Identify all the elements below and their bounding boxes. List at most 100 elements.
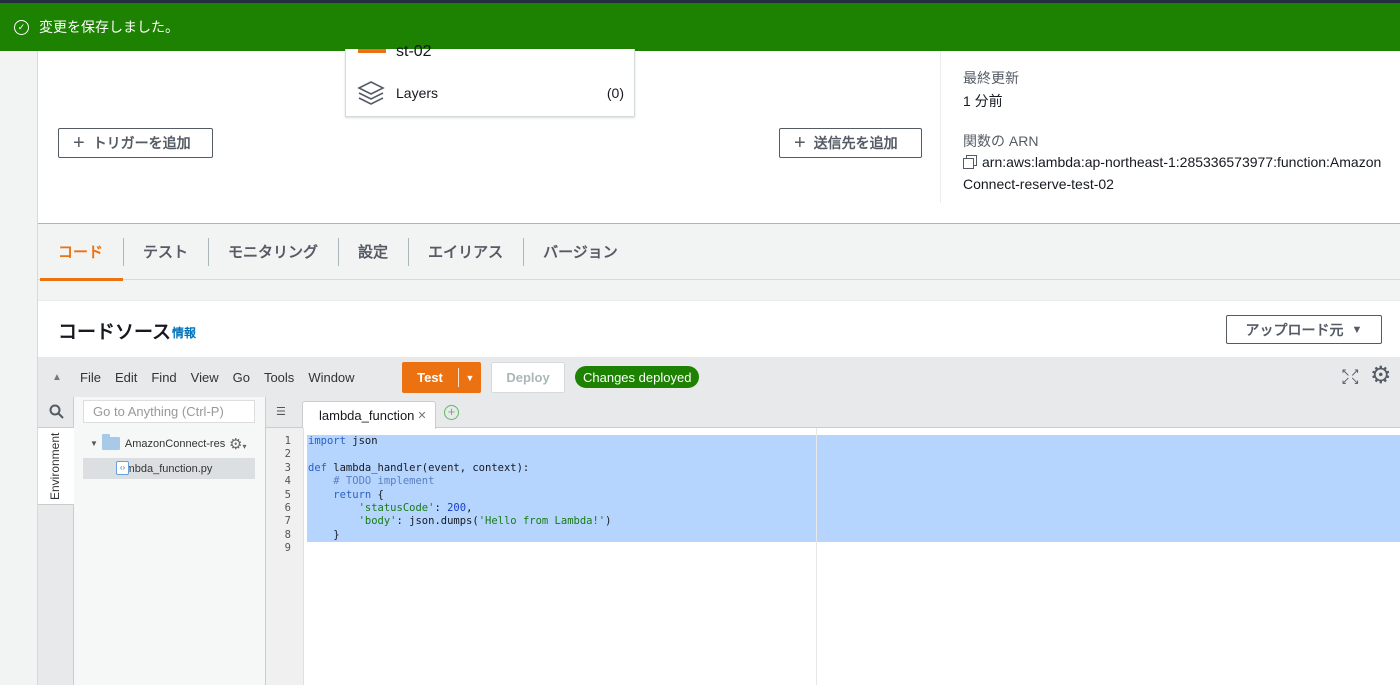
test-button[interactable]: Test ▼ [402,362,481,393]
code-keyword: import [308,435,346,447]
folder-icon [101,434,120,450]
file-name: lambda_function.py [117,462,213,475]
fullscreen-icon[interactable]: ↖↗ ↙↘ [1341,368,1359,387]
line-number: 3 [284,461,291,474]
tab-code[interactable]: コード [38,224,124,281]
go-to-anything-input[interactable]: Go to Anything (Ctrl-P) [83,400,255,423]
code-keyword: return [333,488,372,501]
deploy-button[interactable]: Deploy [491,362,565,393]
expand-arrow-icon[interactable]: ▼ [90,439,98,448]
function-card[interactable]: st-02 Layers (0) [345,43,635,117]
function-metadata: 最終更新 1 分前 関数の ARN arn:aws:lambda:ap-nort… [940,51,1400,203]
plus-icon: + [794,132,806,154]
layers-label: Layers [396,85,439,101]
menu-tools[interactable]: Tools [264,370,294,385]
status-badge: Changes deployed [575,366,700,388]
code-number: 200 [447,502,467,514]
layers-row[interactable]: Layers (0) [356,79,624,107]
folder-name: AmazonConnect-res [124,437,226,450]
function-tabs: コード テスト モニタリング 設定 エイリアス バージョン [38,224,1400,281]
menu-view[interactable]: View [191,370,219,385]
code-string: 'Hello from Lambda!' [478,515,606,528]
collapse-toggle-icon[interactable]: ▲ [52,372,64,383]
gear-icon[interactable]: ⚙ [1370,364,1396,390]
menu-file[interactable]: File [80,370,101,385]
code-line: def lambda_handler(event, context): [308,461,530,474]
flash-message: 変更を保存しました。 [39,19,179,35]
tab-versions[interactable]: バージョン [523,224,638,280]
menu-edit[interactable]: Edit [115,370,137,385]
check-circle-icon: ✓ [14,19,29,35]
add-destination-label: 送信先を追加 [813,135,898,151]
line-number: 2 [284,448,291,461]
editor-tab-label: lambda_function [319,408,415,423]
test-label: Test [417,370,443,385]
add-tab-icon[interactable]: + [444,405,459,420]
success-flash-bar: ✓ 変更を保存しました。 [0,3,1400,51]
close-icon[interactable]: ✕ [417,409,426,422]
code-source-panel: コードソース 情報 アップロード元 ▼ ▲ File Edit Find Vie… [38,300,1400,685]
line-number: 4 [284,475,291,488]
environment-label: Environment [48,432,62,500]
python-file-icon: ‹› [116,461,129,475]
environment-tab[interactable]: Environment [38,427,74,505]
code-string: 'body' [358,515,397,528]
arn-line-2: Connect-reserve-test-02 [963,176,1114,192]
ide-menu-bar: ▲ File Edit Find View Go Tools Window Te… [38,357,1400,397]
info-link[interactable]: 情報 [172,324,196,341]
test-dropdown-icon[interactable]: ▼ [459,373,481,383]
line-number: 6 [284,502,291,514]
print-margin [816,428,817,685]
tab-configuration[interactable]: 設定 [338,224,408,280]
arn-line-1: arn:aws:lambda:ap-northeast-1:2853365739… [982,154,1382,170]
line-number: 7 [284,515,291,528]
split-divider [458,368,459,387]
menu-window[interactable]: Window [308,370,354,385]
layers-icon [356,79,386,107]
code-text-area[interactable]: import json def lambda_handler(event, co… [304,428,1400,685]
menu-go[interactable]: Go [233,370,250,385]
function-arn: arn:aws:lambda:ap-northeast-1:2853365739… [963,151,1393,195]
plus-icon: + [73,132,85,154]
document-list-icon[interactable]: ☰ [276,405,288,418]
code-line: 'body': json.dumps('Hello from Lambda!') [358,515,612,528]
ide-side-panel: Environment [38,397,74,685]
code-line: 'statusCode': 200, [358,502,473,514]
copy-icon[interactable] [963,155,977,169]
code-line: } [308,528,340,541]
line-number: 9 [284,542,291,555]
editor-tab-bar: ☰ lambda_function ✕ + [266,397,1400,429]
function-name: st-02 [396,43,432,60]
tree-settings-icon[interactable]: ⚙▾ [229,435,246,453]
file-tree: Go to Anything (Ctrl-P) ▼ AmazonConnect-… [74,397,266,685]
line-number: 8 [284,528,291,541]
editor-file-tab[interactable]: lambda_function ✕ [302,401,436,429]
upload-from-label: アップロード元 [1245,321,1344,338]
caret-down-icon: ▼ [1351,323,1363,336]
tab-aliases[interactable]: エイリアス [408,224,523,280]
code-keyword: def [308,461,327,474]
code-line: # TODO implement [308,475,435,488]
tab-test[interactable]: テスト [123,224,208,280]
layers-count: (0) [606,85,624,101]
line-number-gutter: 1 2 3 4 5 6 7 8 9 [266,428,304,685]
code-source-title: コードソース [58,322,172,343]
add-trigger-button[interactable]: + トリガーを追加 [58,128,213,158]
code-line: import json [308,435,378,447]
search-icon[interactable] [38,397,74,425]
upload-from-button[interactable]: アップロード元 ▼ [1226,315,1382,344]
code-string: 'statusCode' [358,502,435,514]
file-item[interactable]: ‹› lambda_function.py [83,458,255,479]
arn-label: 関数の ARN [963,133,1039,149]
tab-monitoring[interactable]: モニタリング [208,224,338,280]
function-overview-panel: st-02 Layers (0) + トリガーを追加 + 送信先を追加 最終更新… [38,43,1400,224]
lambda-accent-bar [358,49,386,53]
menu-find[interactable]: Find [151,370,176,385]
code-editor: ☰ lambda_function ✕ + 1 2 3 4 5 6 7 8 9 … [266,397,1400,685]
last-modified-label: 最終更新 [963,70,1019,86]
last-modified-value: 1 分前 [963,93,1003,109]
folder-item[interactable]: ▼ AmazonConnect-res [90,434,226,450]
add-destination-button[interactable]: + 送信先を追加 [779,128,922,158]
left-rail [0,51,38,685]
line-number: 5 [284,488,291,501]
